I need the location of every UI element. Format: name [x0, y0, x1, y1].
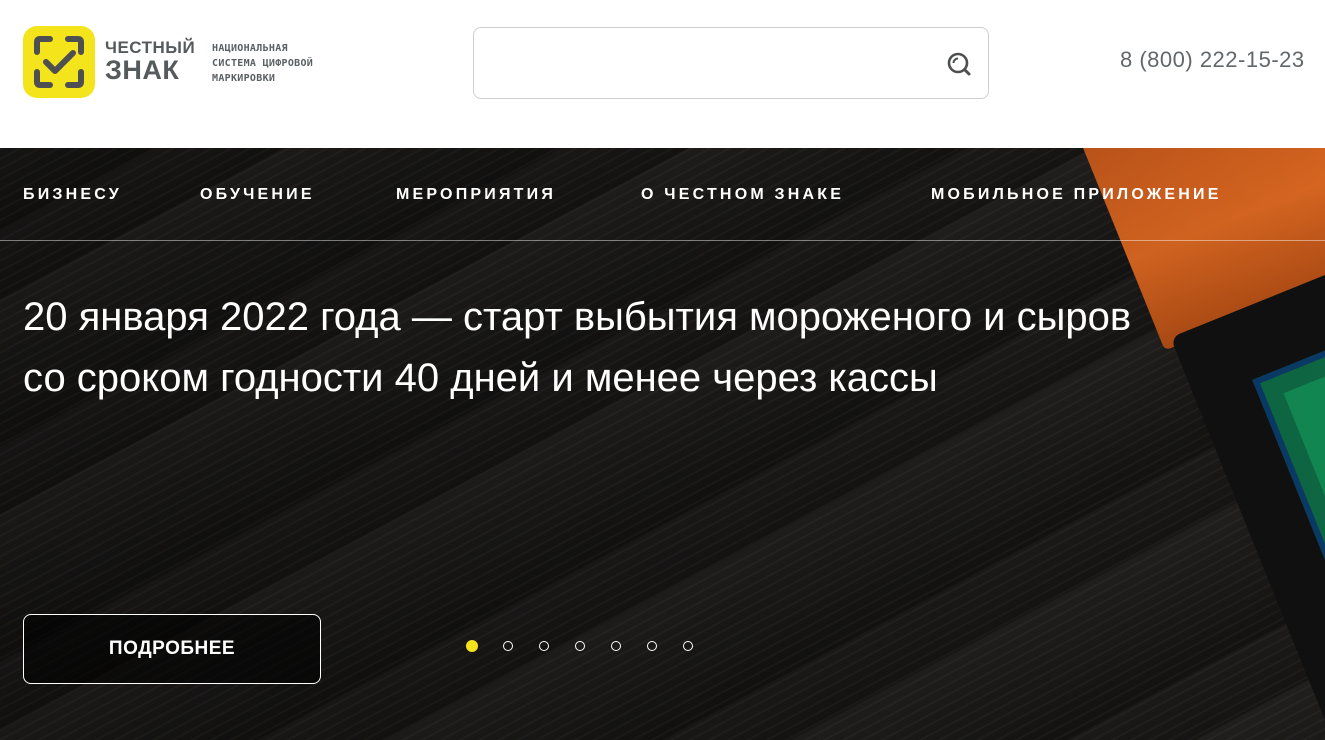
logo[interactable]: ЧЕСТНЫЙ ЗНАК НАЦИОНАЛЬНАЯ СИСТЕМА ЦИФРОВ…: [23, 26, 343, 100]
slider-dot[interactable]: [647, 641, 657, 651]
nav-item-business[interactable]: БИЗНЕСУ: [23, 186, 122, 204]
logo-name: ЧЕСТНЫЙ ЗНАК: [105, 39, 195, 84]
more-button[interactable]: ПОДРОБНЕЕ: [23, 614, 321, 684]
logo-tagline-line: СИСТЕМА ЦИФРОВОЙ: [212, 58, 314, 69]
hero-title-line: 20 января 2022 года — старт выбытия моро…: [23, 295, 1132, 339]
nav-item-about[interactable]: О ЧЕСТНОМ ЗНАКЕ: [641, 186, 844, 204]
logo-check-icon: [23, 26, 95, 98]
phone-number[interactable]: 8 (800) 222-15-23: [1120, 47, 1305, 73]
hero-title-line: со сроком годности 40 дней и менее через…: [23, 356, 938, 400]
slider-dot[interactable]: [611, 641, 621, 651]
search-icon[interactable]: [946, 51, 972, 77]
nav-item-events[interactable]: МЕРОПРИЯТИЯ: [396, 186, 556, 204]
slider-dot[interactable]: [575, 641, 585, 651]
nav-item-mobile-app[interactable]: МОБИЛЬНОЕ ПРИЛОЖЕНИЕ: [931, 186, 1222, 204]
logo-tagline-line: НАЦИОНАЛЬНАЯ: [212, 43, 288, 54]
search-box: [473, 27, 989, 99]
logo-name-line1: ЧЕСТНЫЙ: [105, 38, 196, 57]
site-header: ЧЕСТНЫЙ ЗНАК НАЦИОНАЛЬНАЯ СИСТЕМА ЦИФРОВ…: [0, 0, 1325, 148]
main-nav: БИЗНЕСУ ОБУЧЕНИЕ МЕРОПРИЯТИЯ О ЧЕСТНОМ З…: [0, 148, 1325, 241]
nav-item-education[interactable]: ОБУЧЕНИЕ: [200, 186, 315, 204]
logo-tagline: НАЦИОНАЛЬНАЯ СИСТЕМА ЦИФРОВОЙ МАРКИРОВКИ: [212, 41, 352, 86]
slider-dot[interactable]: [503, 641, 513, 651]
slider-dot-active[interactable]: [466, 640, 478, 652]
hero-title: 20 января 2022 года — старт выбытия моро…: [23, 287, 1283, 409]
slider-dot[interactable]: [539, 641, 549, 651]
hero-banner: БИЗНЕСУ ОБУЧЕНИЕ МЕРОПРИЯТИЯ О ЧЕСТНОМ З…: [0, 148, 1325, 740]
logo-tagline-line: МАРКИРОВКИ: [212, 73, 276, 84]
search-input[interactable]: [488, 42, 932, 84]
slider-dot[interactable]: [683, 641, 693, 651]
logo-name-line2: ЗНАК: [105, 55, 180, 85]
